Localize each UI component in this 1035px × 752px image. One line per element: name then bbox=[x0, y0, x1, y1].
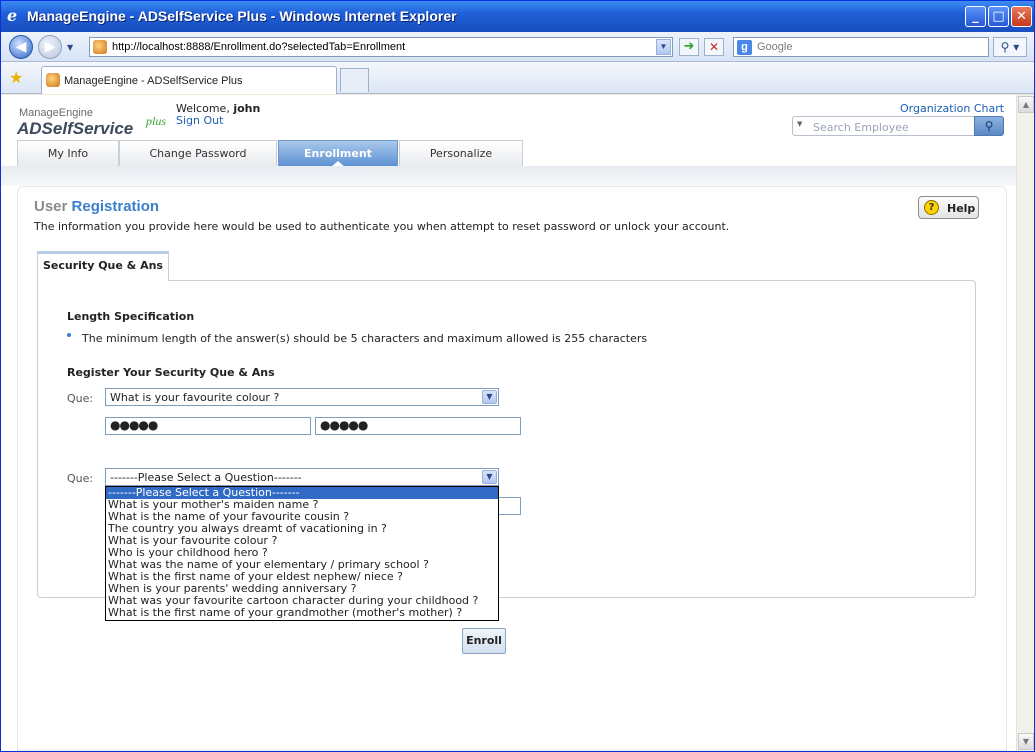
minimize-button[interactable]: _ bbox=[965, 6, 986, 27]
scroll-up-icon[interactable]: ▲ bbox=[1018, 96, 1034, 113]
tab-favicon-icon bbox=[46, 73, 60, 87]
stop-icon[interactable]: ✕ bbox=[704, 38, 724, 56]
page-viewport: ManageEngine ADSelfService plus Welcome,… bbox=[1, 95, 1016, 751]
google-logo-icon: g bbox=[737, 40, 752, 55]
confirm-answer-1-mask: ●●●●● bbox=[320, 418, 368, 432]
address-bar[interactable]: http://localhost:8888/Enrollment.do?sele… bbox=[89, 37, 673, 57]
browser-tab-title: ManageEngine - ADSelfService Plus bbox=[64, 75, 243, 87]
browser-search-button[interactable]: ⚲ ▾ bbox=[993, 37, 1027, 57]
forward-button[interactable]: ▶ bbox=[38, 35, 62, 59]
logo-manageengine: ManageEngine bbox=[19, 107, 94, 119]
page-title-blue: Registration bbox=[71, 198, 160, 215]
confirm-answer-1-input[interactable]: ●●●●● bbox=[315, 417, 521, 435]
question-1-value: What is your favourite colour ? bbox=[110, 391, 280, 404]
window-title: ManageEngine - ADSelfService Plus - Wind… bbox=[27, 8, 457, 24]
logo-adselfservice: ADSelfService bbox=[17, 119, 134, 138]
content-top-band bbox=[1, 166, 1016, 186]
dropdown-option[interactable]: What is the first name of your grandmoth… bbox=[106, 607, 498, 619]
browser-search-input[interactable]: g Google bbox=[733, 37, 989, 57]
tab-change-password[interactable]: Change Password bbox=[119, 140, 277, 166]
bullet-icon bbox=[67, 333, 71, 337]
length-spec-text: The minimum length of the answer(s) shou… bbox=[82, 332, 648, 345]
enroll-button[interactable]: Enroll bbox=[462, 628, 506, 654]
search-employee-button[interactable]: ⚲ bbox=[974, 116, 1004, 136]
sign-out-link[interactable]: Sign Out bbox=[176, 114, 223, 127]
address-url: http://localhost:8888/Enrollment.do?sele… bbox=[112, 41, 406, 53]
back-button[interactable]: ◀ bbox=[9, 35, 33, 59]
username: john bbox=[233, 102, 261, 115]
browser-search-placeholder: Google bbox=[757, 41, 793, 53]
register-heading: Register Your Security Que & Ans bbox=[67, 366, 275, 379]
help-label: Help bbox=[947, 202, 976, 215]
help-button[interactable]: ? Help bbox=[918, 196, 979, 219]
tab-enrollment-label: Enrollment bbox=[304, 147, 372, 160]
site-favicon-icon bbox=[93, 40, 107, 54]
question-1-label: Que: bbox=[67, 392, 94, 405]
tab-my-info[interactable]: My Info bbox=[17, 140, 119, 166]
navigation-bar: ◀ ▶ ▼ http://localhost:8888/Enrollment.d… bbox=[1, 32, 1034, 62]
close-button[interactable]: ✕ bbox=[1011, 6, 1032, 27]
browser-tab-active[interactable]: ManageEngine - ADSelfService Plus bbox=[41, 66, 337, 94]
history-dropdown-icon[interactable]: ▼ bbox=[67, 43, 73, 52]
tab-security-que-ans[interactable]: Security Que & Ans bbox=[37, 251, 169, 281]
logo-plus: plus bbox=[146, 114, 167, 128]
search-employee-placeholder: Search Employee bbox=[813, 121, 909, 134]
question-2-options-list: -------Please Select a Question------- W… bbox=[105, 486, 499, 621]
question-2-select[interactable]: -------Please Select a Question------- ▼ bbox=[105, 468, 499, 486]
new-tab-button[interactable] bbox=[340, 68, 369, 92]
answer-1-input[interactable]: ●●●●● bbox=[105, 417, 311, 435]
length-spec-heading: Length Specification bbox=[67, 310, 195, 323]
question-2-label: Que: bbox=[67, 472, 94, 485]
page-title-grey: User bbox=[34, 198, 68, 215]
vertical-scrollbar[interactable]: ▲ ▼ bbox=[1016, 95, 1034, 751]
address-dropdown-icon[interactable]: ▼ bbox=[656, 39, 671, 55]
answer-1-mask: ●●●●● bbox=[110, 418, 158, 432]
question-1-select[interactable]: What is your favourite colour ? ▼ bbox=[105, 388, 499, 406]
app-tabs: My Info Change Password Enrollment Perso… bbox=[1, 140, 1016, 167]
tab-personalize[interactable]: Personalize bbox=[399, 140, 523, 166]
ie-logo-icon: e bbox=[7, 6, 18, 25]
question-1-dropdown-icon[interactable]: ▼ bbox=[482, 390, 497, 404]
search-employee-input[interactable]: ▼ Search Employee bbox=[792, 116, 975, 136]
title-bar: e ManageEngine - ADSelfService Plus - Wi… bbox=[1, 1, 1034, 32]
maximize-button[interactable]: □ bbox=[988, 6, 1009, 27]
help-question-icon: ? bbox=[924, 200, 939, 215]
favorites-star-icon[interactable]: ★ bbox=[9, 68, 23, 87]
page-description: The information you provide here would b… bbox=[34, 220, 730, 233]
organization-chart-link[interactable]: Organization Chart bbox=[900, 102, 1004, 115]
question-2-dropdown-icon[interactable]: ▼ bbox=[482, 470, 497, 484]
scroll-down-icon[interactable]: ▼ bbox=[1018, 733, 1034, 750]
question-2-value: -------Please Select a Question------- bbox=[110, 471, 302, 484]
browser-tab-bar: ★ ManageEngine - ADSelfService Plus bbox=[1, 62, 1034, 94]
ie-window: e ManageEngine - ADSelfService Plus - Wi… bbox=[0, 0, 1035, 752]
search-employee-dropdown-icon[interactable]: ▼ bbox=[797, 120, 802, 128]
tab-enrollment[interactable]: Enrollment bbox=[278, 140, 398, 167]
go-arrow-icon[interactable]: ➜ bbox=[679, 38, 699, 56]
page-title: User Registration bbox=[34, 198, 159, 215]
app-header: ManageEngine ADSelfService plus Welcome,… bbox=[1, 95, 1016, 170]
